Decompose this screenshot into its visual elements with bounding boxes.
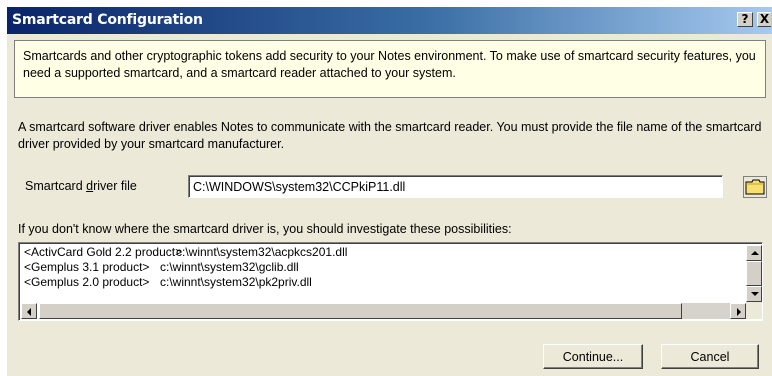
- driver-file-label: Smartcard driver file: [25, 179, 137, 193]
- driver-description: A smartcard software driver enables Note…: [18, 120, 762, 151]
- list-item-path: c:\winnt\system32\acpkcs201.dll: [176, 245, 348, 259]
- list-item-product: <Gemplus 2.0 product>: [24, 275, 150, 289]
- scroll-down-button[interactable]: [746, 286, 762, 302]
- scrollbar-corner: [746, 303, 762, 319]
- scroll-left-button[interactable]: [21, 303, 37, 319]
- arrow-left-icon: [27, 308, 31, 316]
- cancel-button[interactable]: Cancel: [661, 344, 759, 369]
- close-button[interactable]: X: [757, 12, 771, 27]
- browse-button[interactable]: [743, 176, 767, 198]
- folder-icon: [743, 176, 767, 198]
- vertical-scrollbar[interactable]: [746, 245, 762, 303]
- arrow-down-icon: [751, 292, 759, 296]
- arrow-up-icon: [751, 251, 759, 255]
- help-button[interactable]: ?: [737, 12, 753, 27]
- list-item-product: <Gemplus 3.1 product>: [24, 260, 150, 274]
- scroll-right-button[interactable]: [730, 303, 746, 319]
- smartcard-configuration-dialog: Smartcard Configuration ? X Smartcards a…: [6, 6, 772, 376]
- driver-label-end: river file: [93, 179, 137, 193]
- intro-panel: Smartcards and other cryptographic token…: [14, 40, 766, 98]
- scroll-up-button[interactable]: [746, 245, 762, 261]
- title-bar[interactable]: Smartcard Configuration ? X: [7, 7, 772, 34]
- list-item-path: c:\winnt\system32\pk2priv.dll: [160, 275, 312, 289]
- horizontal-scroll-track[interactable]: [682, 303, 730, 319]
- horizontal-scrollbar[interactable]: [21, 303, 746, 319]
- window-title: Smartcard Configuration: [12, 12, 203, 28]
- intro-text: Smartcards and other cryptographic token…: [23, 49, 756, 80]
- possibilities-list[interactable]: <ActivCard Gold 2.2 product> c:\winnt\sy…: [18, 242, 763, 321]
- list-item-path: c:\winnt\system32\gclib.dll: [160, 260, 299, 274]
- driver-file-input[interactable]: [188, 175, 723, 198]
- vertical-scroll-thumb[interactable]: [746, 261, 762, 286]
- continue-button[interactable]: Continue...: [543, 344, 643, 369]
- arrow-right-icon: [737, 308, 741, 316]
- driver-label-start: Smartcard: [25, 179, 87, 193]
- possibilities-label: If you don't know where the smartcard dr…: [18, 222, 512, 236]
- list-item-product: <ActivCard Gold 2.2 product>: [24, 245, 183, 259]
- horizontal-scroll-thumb[interactable]: [39, 303, 682, 319]
